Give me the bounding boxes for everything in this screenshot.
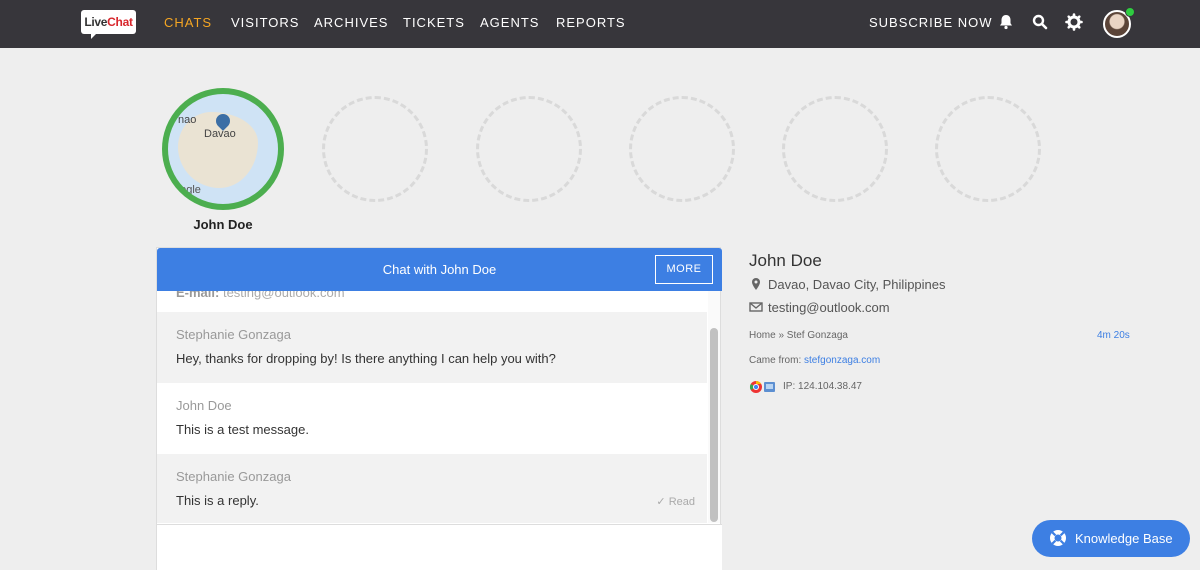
nav-reports[interactable]: REPORTS [556,15,626,30]
search-icon[interactable] [1030,12,1050,32]
chat-title: Chat with John Doe [382,262,497,277]
map-label: nao [178,114,197,126]
logo-chat: Chat [107,15,133,29]
knowledge-base-button[interactable]: Knowledge Base [1032,520,1190,557]
empty-chat-slot [935,96,1041,202]
nav-archives[interactable]: ARCHIVES [314,15,388,30]
details-visitor-name: John Doe [749,251,822,270]
nav-tickets[interactable]: TICKETS [403,15,465,30]
empty-chat-slot [782,96,888,202]
visitor-map-avatar[interactable]: nao Davao oogle [162,88,284,210]
knowledge-base-label: Knowledge Base [1075,531,1173,546]
visit-duration: 4m 20s [1097,330,1130,341]
visitor-name: John Doe [193,217,253,232]
details-location: Davao, Davao City, Philippines [749,277,946,292]
came-from-label: Came from: [749,355,802,366]
empty-chat-slot [476,96,582,202]
came-from-link[interactable]: stefgonzaga.com [804,355,880,366]
subscribe-now-link[interactable]: SUBSCRIBE NOW [869,15,993,30]
location-text: Davao, Davao City, Philippines [768,277,946,292]
empty-chat-slot [322,96,428,202]
top-navbar: LiveChat CHATS VISITORS ARCHIVES TICKETS… [0,0,1200,48]
message-composer[interactable] [157,524,722,570]
email-text: testing@outlook.com [768,300,890,315]
envelope-icon [749,302,763,312]
chat-messages[interactable]: E-mail: testing@outlook.com Stephanie Go… [157,291,722,523]
map-attribution: oogle [174,184,201,196]
visitor-email-line: E-mail: testing@outlook.com [176,291,345,300]
chat-message: Stephanie Gonzaga This is a reply. ✓ Rea… [157,454,707,523]
scrollbar-thumb[interactable] [710,328,718,522]
logo-live: Live [84,15,108,29]
visited-page-breadcrumb[interactable]: Home » Stef Gonzaga [749,330,848,341]
nav-chats[interactable]: CHATS [164,15,212,30]
message-author: John Doe [176,398,232,413]
message-text: This is a test message. [176,422,309,437]
message-text: This is a reply. [176,493,259,508]
location-pin-icon [752,278,760,290]
empty-chat-slot [629,96,735,202]
details-email: testing@outlook.com [749,300,890,315]
livechat-logo[interactable]: LiveChat [81,10,136,34]
nav-visitors[interactable]: VISITORS [231,15,299,30]
email-value: testing@outlook.com [222,291,345,300]
message-author: Stephanie Gonzaga [176,469,291,484]
chat-header: Chat with John Doe MORE [157,248,722,291]
browser-os-icons [749,381,775,393]
chat-message: John Doe This is a test message. [157,383,707,454]
lifebuoy-icon [1050,530,1066,546]
read-receipt: ✓ Read [656,496,695,508]
chat-message: Stephanie Gonzaga Hey, thanks for droppi… [157,312,707,383]
ip-address: IP: 124.104.38.47 [783,381,862,392]
more-button[interactable]: MORE [655,255,713,284]
message-text: Hey, thanks for dropping by! Is there an… [176,351,556,366]
online-status-dot [1125,7,1135,17]
gear-icon[interactable] [1064,12,1084,32]
bell-icon[interactable] [996,12,1016,32]
nav-agents[interactable]: AGENTS [480,15,539,30]
email-label: E-mail: [176,291,220,300]
logo-speech-tail [91,33,97,39]
map-label-davao: Davao [204,128,236,140]
message-author: Stephanie Gonzaga [176,327,291,342]
came-from-row: Came from: stefgonzaga.com [749,355,880,366]
chat-panel: Chat with John Doe MORE E-mail: testing@… [156,247,722,570]
